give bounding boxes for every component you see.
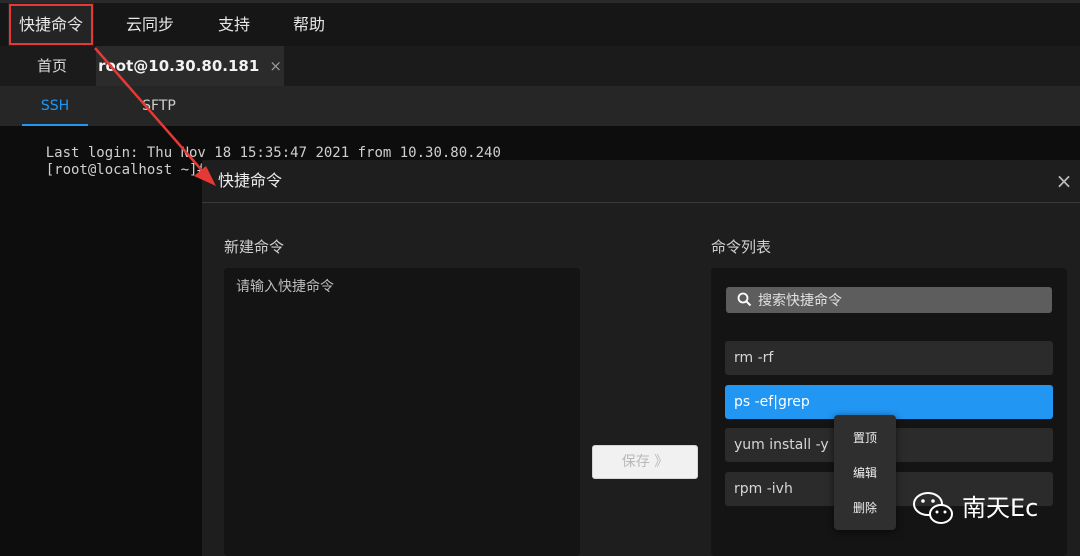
search-icon (737, 292, 752, 307)
dialog-header: 快捷命令 × (202, 160, 1080, 203)
menu-quick-commands[interactable]: 快捷命令 (8, 3, 94, 46)
wechat-icon (913, 492, 953, 524)
search-box[interactable] (726, 287, 1052, 315)
tab-session-label: root@10.30.80.181 (98, 57, 260, 75)
terminal-prompt: [root@localhost ~]# (12, 143, 216, 178)
tab-sftp[interactable]: SFTP (126, 86, 192, 126)
terminal-prompt-text: [root@localhost ~]# (45, 162, 206, 178)
close-icon[interactable]: × (1052, 160, 1076, 202)
terminal-line: Last login: Thu Nov 18 15:35:47 2021 fro… (12, 126, 501, 161)
list-item[interactable]: ps -ef|grep (725, 385, 1053, 419)
tab-home[interactable]: 首页 (12, 46, 92, 86)
search-input[interactable] (756, 287, 1050, 315)
context-edit[interactable]: 编辑 (834, 458, 896, 488)
menu-support[interactable]: 支持 (204, 3, 264, 46)
watermark-text: 南天Ec (962, 494, 1039, 522)
save-button[interactable]: 保存 》 (592, 445, 698, 479)
dialog-title: 快捷命令 (218, 171, 283, 190)
new-command-label: 新建命令 (224, 238, 285, 256)
session-tab-bar: 首页 root@10.30.80.181 × (0, 46, 1080, 86)
context-menu: 置顶 编辑 删除 (834, 415, 896, 530)
protocol-tab-bar: SSH SFTP (0, 86, 1080, 126)
new-command-input[interactable] (224, 268, 580, 556)
tab-home-label: 首页 (36, 57, 67, 75)
tab-close-icon[interactable]: × (269, 57, 282, 75)
command-list-label: 命令列表 (711, 238, 772, 256)
tab-ssh[interactable]: SSH (22, 86, 88, 126)
menu-cloud-sync[interactable]: 云同步 (112, 3, 188, 46)
list-item[interactable]: rm -rf (725, 341, 1053, 375)
top-menu-bar: 快捷命令 云同步 支持 帮助 (0, 0, 1080, 46)
tab-ssh-session[interactable]: root@10.30.80.181 × (96, 46, 284, 86)
new-command-box (224, 268, 580, 556)
menu-help[interactable]: 帮助 (279, 3, 339, 46)
context-delete[interactable]: 删除 (834, 493, 896, 523)
context-pin-to-top[interactable]: 置顶 (834, 423, 896, 453)
